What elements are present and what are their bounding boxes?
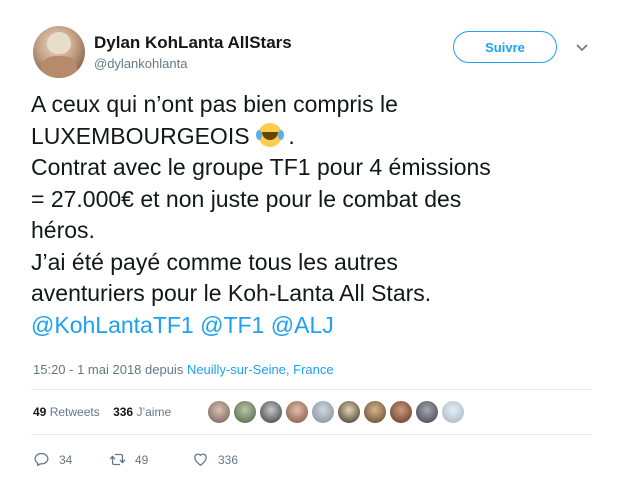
user-handle[interactable]: @dylankohlanta	[94, 56, 187, 71]
tweet-line: = 27.000€ et non juste pour le combat de…	[31, 185, 462, 212]
mention-link[interactable]: @KohLantaTF1	[31, 312, 194, 338]
tweet-line: LUXEMBOURGEOIS .	[31, 121, 606, 153]
retweet-icon	[109, 453, 126, 466]
tweet-line-text: LUXEMBOURGEOIS	[31, 122, 250, 149]
tweet-line: A ceux qui n’ont pas bien compris le	[31, 91, 398, 117]
chevron-down-icon[interactable]	[575, 40, 589, 54]
tweet-stats: 49 Retweets 336 J’aime	[33, 405, 171, 419]
likes-label: J’aime	[136, 405, 172, 419]
tweet-meta: 15:20 - 1 mai 2018 depuis Neuilly-sur-Se…	[33, 362, 334, 377]
profile-avatar[interactable]	[33, 26, 85, 78]
tweet-text: A ceux qui n’ont pas bien compris le LUX…	[31, 89, 606, 341]
reply-action[interactable]: 34	[33, 451, 72, 468]
tweet-line: aventuriers pour le Koh-Lanta All Stars.	[31, 280, 432, 306]
mention-link[interactable]: @TF1	[200, 312, 264, 338]
tweet-line: Contrat avec le groupe TF1 pour 4 émissi…	[31, 154, 491, 180]
tweet-line: J’ai été payé comme tous les autres	[31, 248, 398, 275]
tweet-line: @KohLantaTF1 @TF1 @ALJ	[31, 310, 606, 342]
heart-icon	[194, 453, 207, 466]
like-action[interactable]: 336	[192, 451, 238, 468]
liker-avatar[interactable]	[285, 400, 309, 424]
display-name[interactable]: Dylan KohLanta AllStars	[94, 33, 292, 53]
follow-button[interactable]: Suivre	[453, 31, 557, 63]
reply-count: 34	[59, 452, 73, 467]
liker-avatar[interactable]	[441, 400, 465, 424]
like-count: 336	[218, 452, 239, 467]
retweets-label: Retweets	[49, 405, 100, 419]
location-link[interactable]: Neuilly-sur-Seine, France	[187, 362, 334, 377]
liker-avatar[interactable]	[363, 400, 387, 424]
reply-icon	[34, 452, 49, 467]
retweets-stat[interactable]: 49 Retweets	[33, 405, 100, 419]
liker-avatar[interactable]	[415, 400, 439, 424]
retweet-count: 49	[135, 452, 149, 467]
retweet-action[interactable]: 49	[109, 451, 148, 468]
likes-count: 336	[113, 405, 134, 419]
liker-avatar[interactable]	[233, 400, 257, 424]
liker-avatar[interactable]	[259, 400, 283, 424]
liker-avatar[interactable]	[207, 400, 231, 424]
tweet-timestamp[interactable]: 15:20 - 1 mai 2018 depuis	[33, 362, 187, 377]
tweet-line-text: .	[281, 122, 295, 149]
liker-avatar[interactable]	[389, 400, 413, 424]
divider	[31, 389, 592, 390]
likes-stat[interactable]: 336 J’aime	[113, 405, 171, 419]
liker-avatar[interactable]	[337, 400, 361, 424]
divider	[31, 434, 592, 435]
mention-link[interactable]: @ALJ	[271, 312, 334, 338]
face-with-tears-of-joy-icon	[255, 122, 282, 147]
tweet-line: héros.	[31, 217, 95, 243]
liker-avatar[interactable]	[311, 400, 335, 424]
retweets-count: 49	[33, 405, 47, 419]
